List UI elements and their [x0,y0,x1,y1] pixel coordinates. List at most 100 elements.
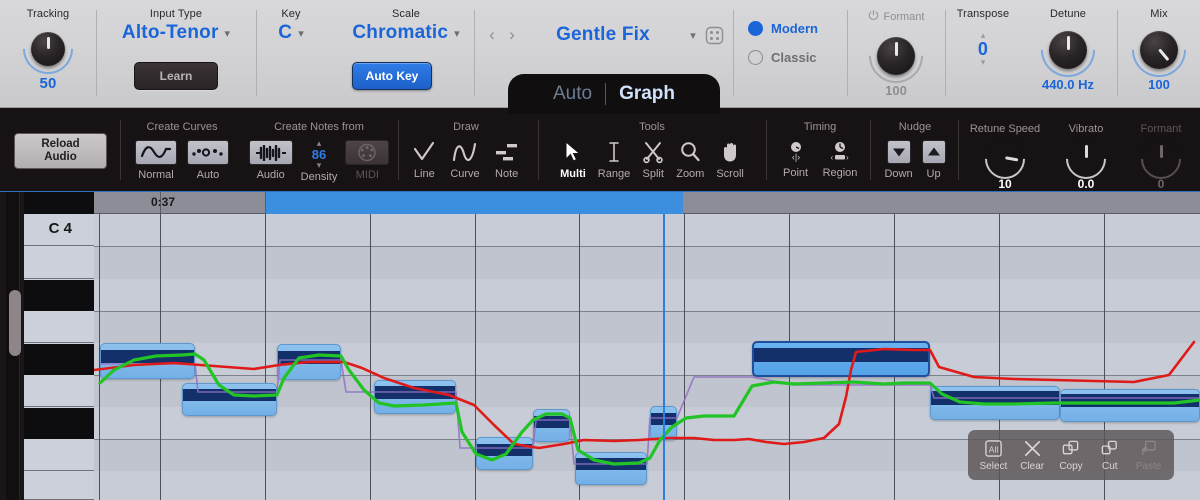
piano-key-white[interactable] [24,472,94,500]
note-block[interactable] [930,386,1060,420]
draw-note-button[interactable]: Note [494,139,520,180]
key-value: C [278,22,293,43]
timing-region-button[interactable]: ‹ › Region [823,140,857,179]
tab-auto[interactable]: Auto [540,83,605,105]
detune-label: Detune [1049,8,1087,20]
detune-knob[interactable] [1029,11,1107,89]
piano-key-white[interactable] [24,247,94,279]
note-block[interactable] [277,344,341,380]
piano-key-black[interactable] [24,408,94,439]
piano-key-white[interactable] [24,376,94,407]
retune-speed-knob[interactable] [976,130,1034,188]
preset-name[interactable]: Gentle Fix [522,24,684,46]
svg-text:›: › [846,153,849,162]
cut-icon [1101,440,1118,454]
transpose-stepper[interactable]: ▴ 0 ▾ [946,31,1020,67]
draw-line-button[interactable]: Line [412,139,436,180]
radio-classic-icon [748,50,763,65]
tool-zoom-button[interactable]: Zoom [676,139,704,180]
note-block[interactable] [374,380,456,414]
overlay-select-button[interactable]: All Select [974,439,1013,472]
formant-amount-label: Formant [1140,123,1182,135]
density-down-icon[interactable]: ▾ [317,161,322,170]
line-tool-icon [412,139,436,165]
overlay-copy-button[interactable]: Copy [1052,439,1091,472]
tool-multi-button[interactable]: Multi [560,139,586,180]
overlay-clear-button[interactable]: Clear [1013,439,1052,472]
auto-key-button[interactable]: Auto Key [352,62,432,90]
density-stepper[interactable]: ▴ 86 ▾ Density [301,139,338,184]
timeline-selection[interactable] [265,192,683,214]
piano-key-white[interactable] [24,440,94,471]
piano-key-black[interactable] [24,280,94,311]
stepper-up-icon[interactable]: ▴ [946,31,1020,40]
note-block[interactable] [100,343,195,379]
dice-icon[interactable] [702,26,726,45]
note-block[interactable] [476,437,533,470]
vibrato-label: Vibrato [1068,123,1104,135]
draw-group: Draw Line Curve Note [402,108,530,192]
pitch-editor[interactable]: C 4 0:37 All Select Clear Copy Cut Paste [0,192,1200,500]
timing-point-button[interactable]: ‹|› Point [783,140,809,179]
curve-tool-icon [452,139,478,165]
overlay-cut-button[interactable]: Cut [1090,439,1129,472]
key-dropdown[interactable]: C ▾ [257,22,325,44]
algorithm-option-classic[interactable]: Classic [748,50,846,65]
learn-button[interactable]: Learn [134,62,218,90]
overlay-paste-label: Paste [1135,460,1162,472]
playhead[interactable] [663,214,665,500]
tool-zoom-label: Zoom [676,168,705,180]
note-block[interactable] [182,383,277,416]
learn-button-label: Learn [159,69,193,83]
copy-icon [1063,440,1079,454]
piano-key-black[interactable] [24,192,94,214]
tracking-label: Tracking [26,8,70,20]
chevron-down-icon[interactable]: ▾ [684,29,702,42]
note-block[interactable] [575,452,647,485]
input-type-dropdown[interactable]: Alto-Tenor ▾ [97,22,255,44]
create-curves-normal-button[interactable]: Normal [135,140,177,181]
piano-key-white[interactable] [24,312,94,343]
scale-value: Chromatic [352,22,449,43]
vibrato-knob[interactable] [1057,130,1115,188]
formant-knob[interactable] [857,17,935,95]
draw-curve-button[interactable]: Curve [450,139,480,180]
scale-section: Scale Chromatic ▾ Auto Key [330,0,482,108]
nudge-up-button[interactable]: Up [921,140,946,180]
chevron-down-icon: ▾ [298,27,304,40]
piano-key-black[interactable] [24,344,94,375]
piano-keyboard[interactable]: C 4 [24,192,94,500]
power-icon[interactable] [868,8,879,26]
note-block[interactable] [1060,389,1200,422]
stepper-down-icon[interactable]: ▾ [946,58,1020,67]
timeline-ruler[interactable]: 0:37 [94,192,1200,214]
input-type-value: Alto-Tenor [121,22,219,43]
tool-scroll-button[interactable]: Scroll [716,139,744,180]
nudge-down-button[interactable]: Down [884,140,913,180]
draw-line-label: Line [413,168,435,180]
density-up-icon[interactable]: ▴ [317,139,322,148]
mix-knob[interactable] [1120,11,1198,89]
create-notes-audio-label: Audio [256,169,285,181]
arrow-cursor-icon [563,139,583,165]
scrollbar-thumb[interactable] [9,290,21,356]
create-notes-group: Create Notes from Audio ▴ 86 ▾ Density M… [243,108,395,192]
selection-action-overlay[interactable]: All Select Clear Copy Cut Paste [968,430,1174,480]
scale-dropdown[interactable]: Chromatic ▾ [330,22,482,44]
create-notes-audio-button[interactable]: Audio [248,140,293,181]
note-block-selected[interactable] [752,341,930,377]
algorithm-option-modern[interactable]: Modern [748,21,846,36]
tracking-knob[interactable] [12,13,84,85]
vertical-scrollbar[interactable] [6,192,21,500]
tool-split-button[interactable]: Split [642,139,664,180]
preset-next-button[interactable]: › [502,25,522,45]
note-block[interactable] [533,409,570,442]
tab-graph[interactable]: Graph [606,83,688,105]
formant-section: Formant 100 [848,0,944,108]
tool-range-button[interactable]: Range [598,139,630,180]
create-curves-auto-label: Auto [196,169,220,181]
reload-audio-button[interactable]: Reload Audio [14,133,107,169]
tracking-value: 50 [39,75,57,92]
create-curves-auto-button[interactable]: Auto [187,140,229,181]
preset-prev-button[interactable]: ‹ [482,25,502,45]
